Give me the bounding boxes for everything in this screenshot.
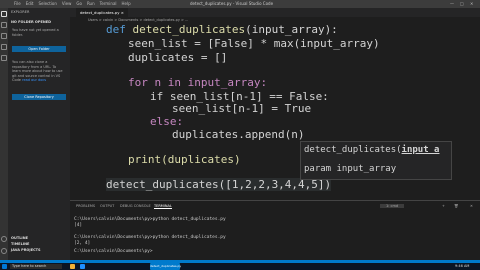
taskbar: Type here to search detect_duplicates.py… (0, 263, 480, 270)
clone-repository-button[interactable]: Clone Repository (12, 94, 66, 100)
explorer-sidebar: EXPLORER NO FOLDER OPENED You have not y… (8, 8, 70, 260)
taskbar-search[interactable]: Type here to search (10, 264, 62, 269)
code-line-print: print(duplicates) (128, 153, 241, 166)
gear-icon[interactable] (1, 248, 7, 254)
menu-run[interactable]: Run (87, 1, 95, 6)
sidebar-header: EXPLORER (11, 10, 30, 14)
param-doc: param input_array (304, 164, 397, 174)
tab-terminal[interactable]: TERMINAL (154, 204, 172, 209)
maximize-icon[interactable]: □ (460, 1, 464, 6)
clock: 9:46 AM (455, 264, 470, 268)
terminal-line: [2, 4] (74, 241, 91, 246)
title-bar: File Edit Selection View Go Run Terminal… (0, 0, 480, 8)
close-tab-icon[interactable]: × (121, 10, 124, 15)
code-line-for: for n in input_array: (128, 76, 268, 89)
trash-icon[interactable]: 🗑 (454, 204, 458, 208)
activity-bar (0, 8, 8, 260)
account-icon[interactable] (1, 236, 7, 242)
section-timeline[interactable]: TIMELINE (11, 242, 29, 246)
section-no-folder[interactable]: NO FOLDER OPENED (11, 20, 51, 24)
clone-message: You can also clone a repository from a U… (12, 60, 63, 82)
file-explorer-icon[interactable] (70, 264, 75, 269)
terminal-line: C:\Users\calvin\Documents\py>python dete… (74, 235, 226, 240)
section-java-projects[interactable]: JAVA PROJECTS (11, 248, 41, 252)
tab-debug-console[interactable]: DEBUG CONSOLE (120, 204, 151, 208)
add-terminal-icon[interactable]: + (442, 204, 445, 208)
tab-bar: detect_duplicates.py × (70, 8, 480, 17)
open-folder-button[interactable]: Open Folder (12, 46, 66, 52)
read-docs-link[interactable]: read our docs (22, 78, 46, 82)
code-line-seen-list: seen_list = [False] * max(input_array) (128, 37, 380, 50)
browser-icon[interactable] (80, 264, 85, 269)
signature-text: detect_duplicates(input_a (304, 145, 440, 155)
terminal-select[interactable]: 1: cmd (380, 204, 405, 208)
extensions-icon[interactable] (1, 55, 7, 61)
close-icon[interactable]: ✕ (470, 1, 473, 6)
no-folder-message: You have not yet opened a folder. (12, 28, 59, 37)
signature-help-popup: detect_duplicates(input_a param input_ar… (300, 141, 452, 180)
run-debug-icon[interactable] (1, 44, 7, 50)
bottom-panel: PROBLEMS OUTPUT DEBUG CONSOLE TERMINAL 1… (70, 200, 480, 261)
menu-bar: File Edit Selection View Go Run Terminal… (14, 1, 131, 6)
menu-file[interactable]: File (14, 1, 21, 6)
menu-go[interactable]: Go (76, 1, 82, 6)
tab-label: detect_duplicates.py (80, 10, 120, 15)
tab-problems[interactable]: PROBLEMS (76, 204, 95, 208)
code-line-else: else: (150, 115, 184, 128)
section-outline[interactable]: OUTLINE (11, 236, 28, 240)
terminal-prompt[interactable]: C:\Users\calvin\Documents\py> (74, 249, 153, 254)
search-icon[interactable] (1, 22, 7, 28)
code-line-set-true: seen_list[n-1] = True (172, 102, 312, 115)
vscode-taskbar-app[interactable]: detect_duplicates.py (150, 263, 181, 270)
menu-edit[interactable]: Edit (26, 1, 34, 6)
code-line-duplicates: duplicates = [] (128, 51, 228, 64)
code-line-def: def detect_duplicates(input_array): (106, 23, 338, 36)
menu-selection[interactable]: Selection (38, 1, 56, 6)
code-line-call: detect_duplicates([1,2,2,3,4,4,5]) (106, 178, 332, 191)
windows-start-icon[interactable] (2, 264, 7, 269)
tab-detect-duplicates[interactable]: detect_duplicates.py × (76, 8, 128, 17)
close-panel-icon[interactable]: ✕ (470, 204, 473, 208)
menu-help[interactable]: Help (122, 1, 131, 6)
explorer-icon[interactable] (1, 11, 7, 17)
tab-output[interactable]: OUTPUT (100, 204, 114, 208)
code-line-append: duplicates.append(n) (172, 128, 305, 141)
menu-view[interactable]: View (62, 1, 72, 6)
terminal-line: C:\Users\calvin\Documents\py>python dete… (74, 217, 226, 222)
minimize-icon[interactable]: — (450, 1, 454, 6)
window-title: detect_duplicates.py - Visual Studio Cod… (190, 1, 274, 6)
menu-terminal[interactable]: Terminal (100, 1, 117, 6)
terminal-line: [4] (74, 223, 83, 228)
source-control-icon[interactable] (1, 33, 7, 39)
